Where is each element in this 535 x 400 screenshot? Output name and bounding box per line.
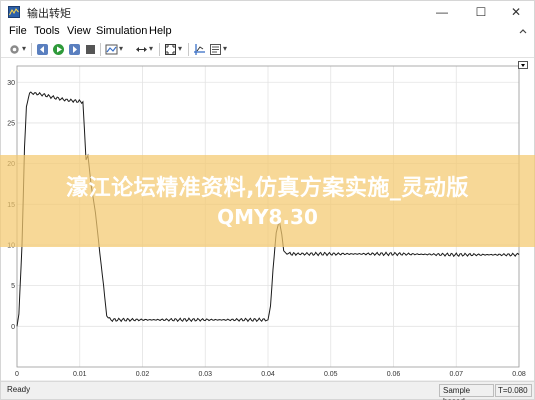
title-bar: 输出转矩 — ☐ ✕ [1,1,534,23]
fit-to-view-icon[interactable] [164,43,177,56]
y-tick-label: 5 [11,283,15,290]
gear-icon[interactable] [8,43,21,56]
menu-help[interactable]: Help [149,25,172,37]
window-title: 输出转矩 [27,8,71,20]
watermark-text-line1: 濠江论坛精准资料,仿真方案实施_灵动版 [66,176,469,201]
cursor-measure-icon[interactable] [193,43,206,56]
minimize-button[interactable]: — [427,1,457,23]
highlight-icon[interactable] [105,43,118,56]
menu-view[interactable]: View [67,25,91,37]
status-bar: Ready Sample based T=0.080 [1,381,534,400]
y-tick-label: 30 [7,80,15,87]
step-forward-icon[interactable] [68,43,81,56]
menu-bar: File Tools View Simulation Help [1,23,534,41]
x-tick-label: 0.01 [73,371,87,378]
zoom-dropdown-icon[interactable]: ▾ [149,44,153,53]
x-tick-label: 0.06 [387,371,401,378]
fit-dropdown-icon[interactable]: ▾ [178,44,182,53]
highlight-dropdown-icon[interactable]: ▾ [119,44,123,53]
properties-icon[interactable] [209,43,222,56]
toolbar: ▾ ▾ ▾ ▾ ▾ [1,41,534,58]
y-tick-label: 0 [11,324,15,331]
zoom-icon[interactable] [135,43,148,56]
toolbar-separator [159,43,160,56]
toolbar-separator [100,43,101,56]
run-icon[interactable] [52,43,65,56]
scope-app-icon [8,6,20,18]
maximize-button[interactable]: ☐ [466,1,496,23]
x-tick-label: 0.04 [261,371,275,378]
toolbar-expand-icon[interactable] [518,27,528,37]
toolbar-separator [31,43,32,56]
x-tick-label: 0.05 [324,371,338,378]
x-tick-label: 0.07 [449,371,463,378]
stop-sim-icon[interactable] [36,43,49,56]
x-tick-label: 0.08 [512,371,526,378]
watermark-banner: 濠江论坛精准资料,仿真方案实施_灵动版 QMY8.30 [0,155,535,247]
axes-expand-button[interactable] [518,61,528,69]
x-tick-label: 0.02 [136,371,150,378]
y-tick-label: 25 [7,120,15,127]
x-tick-label: 0 [15,371,19,378]
menu-simulation[interactable]: Simulation [96,25,147,37]
status-mode-text: Sample based [439,384,494,400]
watermark-text-line2: QMY8.30 [217,205,318,229]
menu-file[interactable]: File [9,25,27,37]
properties-dropdown-icon[interactable]: ▾ [223,44,227,53]
status-ready-text: Ready [7,385,31,394]
toolbar-separator [188,43,189,56]
status-time-text: T=0.080 [495,384,532,397]
gear-dropdown-icon[interactable]: ▾ [22,44,26,53]
menu-tools[interactable]: Tools [34,25,60,37]
stop-icon[interactable] [84,43,97,56]
close-button[interactable]: ✕ [501,1,531,23]
x-tick-label: 0.03 [198,371,212,378]
